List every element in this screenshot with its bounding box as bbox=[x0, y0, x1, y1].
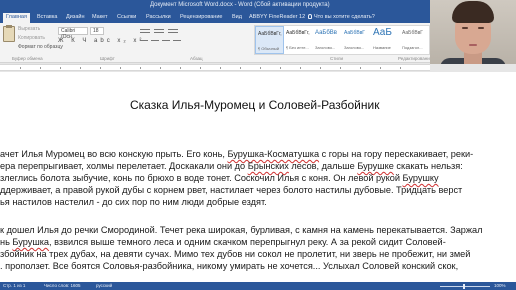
text-line: ддерживает, а правой рукой дубы с корнем… bbox=[0, 185, 463, 195]
font-size-select[interactable]: 18 bbox=[90, 27, 104, 35]
misspelled-word[interactable]: Бурушку bbox=[403, 173, 439, 183]
style-name: Заголово... bbox=[344, 45, 365, 50]
zoom-level[interactable]: 100% bbox=[494, 283, 506, 288]
text-run: с горы на гору перескакивает, реки- bbox=[319, 149, 474, 159]
word-count-indicator[interactable]: Число слов: 1605 bbox=[44, 283, 81, 288]
tab-design[interactable]: Дизайн bbox=[66, 14, 85, 20]
text-run: ера перепрыгивает, холмы перелетает. Дос… bbox=[0, 161, 248, 171]
style-name: ¶ Без инте... bbox=[286, 45, 309, 50]
tab-review[interactable]: Рецензирование bbox=[180, 14, 222, 20]
style-subtitle[interactable]: АаБбВвГ Подзагол... bbox=[400, 26, 429, 54]
text-line: ачет Илья Муромец во всю конскую прыть. … bbox=[0, 148, 473, 160]
zoom-slider[interactable] bbox=[440, 286, 490, 287]
text-line: ера перепрыгивает, холмы перелетает. Дос… bbox=[0, 160, 473, 172]
font-name-select[interactable]: Calibri (Осн bbox=[58, 27, 88, 40]
group-label-font: Шрифт bbox=[100, 56, 115, 61]
text-run: нь bbox=[0, 237, 13, 247]
misspelled-word[interactable]: Бурушка-Косматушка bbox=[227, 149, 319, 159]
zoom-slider-thumb[interactable] bbox=[463, 284, 465, 289]
lightbulb-icon bbox=[308, 14, 312, 19]
ribbon-group-labels: Буфер обмена Шрифт Абзац Стили Редактиро… bbox=[0, 56, 433, 63]
tab-mailings[interactable]: Рассылки bbox=[146, 14, 171, 20]
style-preview: АаБбВвГг, bbox=[286, 30, 310, 36]
tab-abbyy[interactable]: ABBYY FineReader 12 bbox=[249, 14, 305, 20]
text-line: злеглись болота зыбучие, конь по брюхо в… bbox=[0, 172, 473, 184]
text-line: збойник на трех дубах, на девяти сучах. … bbox=[0, 249, 471, 259]
style-heading-1[interactable]: АаБбВв Заголово... bbox=[313, 26, 342, 54]
group-label-clipboard: Буфер обмена bbox=[12, 56, 43, 61]
group-label-paragraph: Абзац bbox=[190, 56, 203, 61]
paragraph-2: к дошел Илья до речки Смородиной. Течет … bbox=[0, 224, 483, 272]
styles-gallery: АаБбВвГг, ¶ Обычный АаБбВвГг, ¶ Без инте… bbox=[254, 25, 430, 55]
horizontal-ruler[interactable] bbox=[0, 64, 430, 71]
webcam-overlay bbox=[430, 0, 516, 64]
page-indicator[interactable]: Стр. 1 из 1 bbox=[3, 283, 25, 288]
text-run: ачет Илья Муромец во всю конскую прыть. … bbox=[0, 149, 228, 159]
text-run: , взвился выше темного леса и одним скач… bbox=[49, 237, 446, 247]
ribbon-tabs: Главная Вставка Дизайн Макет Ссылки Расс… bbox=[0, 12, 430, 23]
style-preview: АаБбВвГг, bbox=[258, 31, 282, 37]
title-bar: Документ Microsoft Word.docx - Word (Сбо… bbox=[0, 0, 430, 12]
document-title: Сказка Илья-Муромец и Соловей-Разбойник bbox=[130, 98, 380, 112]
window-title: Документ Microsoft Word.docx - Word (Сбо… bbox=[150, 2, 330, 8]
font-format-buttons[interactable]: Ж К Ч abc x₂ x² bbox=[58, 38, 144, 44]
copy-button[interactable]: Копировать bbox=[18, 35, 45, 41]
misspelled-word[interactable]: Бурушка bbox=[12, 237, 49, 247]
style-preview: АаБбВв bbox=[315, 30, 337, 36]
group-label-styles: Стили bbox=[330, 56, 343, 61]
text-line: нь Бурушка, взвился выше темного леса и … bbox=[0, 236, 483, 248]
text-line: к дошел Илья до речки Смородиной. Течет … bbox=[0, 225, 483, 235]
text-line: . проползет. Все боятся Соловья-разбойни… bbox=[0, 261, 459, 271]
tell-me-placeholder: Что вы хотите сделать? bbox=[314, 14, 375, 20]
document-page[interactable]: Сказка Илья-Муромец и Соловей-Разбойник … bbox=[0, 72, 516, 282]
style-no-spacing[interactable]: АаБбВвГг, ¶ Без инте... bbox=[284, 26, 313, 54]
style-name: Подзагол... bbox=[402, 45, 423, 50]
text-line: ья настилов настелил - до сих пор по ним… bbox=[0, 197, 267, 207]
ribbon: Вырезать Копировать Формат по образцу Ca… bbox=[0, 23, 433, 63]
misspelled-word[interactable]: Брынских bbox=[248, 161, 289, 171]
tell-me-box[interactable]: Что вы хотите сделать? bbox=[308, 14, 375, 20]
tab-home[interactable]: Главная bbox=[3, 13, 30, 23]
style-name: ¶ Обычный bbox=[258, 46, 279, 51]
style-preview: АаБ bbox=[373, 27, 392, 38]
style-preview: АаБбВвГ bbox=[344, 30, 366, 36]
status-bar-content: Стр. 1 из 1 Число слов: 1605 русский 100… bbox=[0, 282, 516, 290]
paste-icon[interactable] bbox=[3, 25, 15, 42]
tab-view[interactable]: Вид bbox=[232, 14, 242, 20]
style-name: Заголово... bbox=[315, 45, 336, 50]
tab-layout[interactable]: Макет bbox=[92, 14, 108, 20]
style-preview: АаБбВвГ bbox=[402, 30, 424, 36]
group-label-editing: Редактирование bbox=[398, 56, 433, 61]
tab-references[interactable]: Ссылки bbox=[117, 14, 136, 20]
misspelled-word[interactable]: Бурушке bbox=[357, 161, 394, 171]
text-run: скакать нельзя: bbox=[393, 161, 463, 171]
style-heading-2[interactable]: АаБбВвГ Заголово... bbox=[342, 26, 371, 54]
cut-button[interactable]: Вырезать bbox=[18, 26, 40, 32]
paragraph-controls[interactable] bbox=[140, 27, 200, 47]
paragraph-1: ачет Илья Муромец во всю конскую прыть. … bbox=[0, 148, 473, 208]
language-label[interactable]: русский bbox=[96, 283, 112, 288]
style-normal[interactable]: АаБбВвГг, ¶ Обычный bbox=[255, 26, 284, 54]
text-run: злеглись болота зыбучие, конь по брюхо в… bbox=[0, 173, 403, 183]
tab-insert[interactable]: Вставка bbox=[37, 14, 57, 20]
style-name: Название bbox=[373, 45, 391, 50]
format-painter-button[interactable]: Формат по образцу bbox=[18, 44, 63, 50]
style-title[interactable]: АаБ Название bbox=[371, 26, 400, 54]
text-run: лесов, дальше bbox=[288, 161, 358, 171]
